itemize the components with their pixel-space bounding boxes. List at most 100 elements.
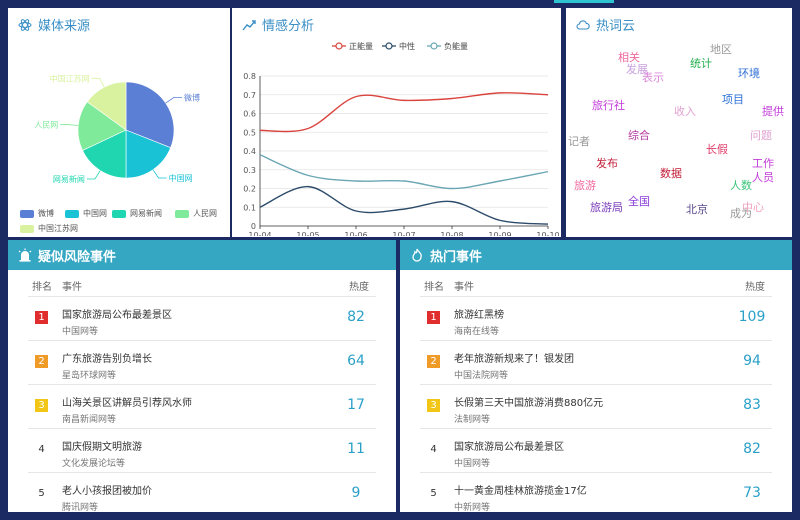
cloud-word[interactable]: 环境 [738,68,760,79]
rank-badge: 4 [38,444,45,455]
table-row[interactable]: 3 山海关景区讲解员引荐风水师 南昌新闻网等 17 [8,385,396,429]
word-cloud-panel: 热词云 地区 相关 发展 统计 表示 环境 项目 旅行社 收入 提供 综合 长假 发布 工作 人员 数据 人数旅… [566,8,792,237]
cloud-word[interactable]: 人数 [730,180,752,191]
col-heat: 热度 [745,282,765,293]
cloud-word[interactable]: 相关 [618,52,640,63]
atom-icon [18,18,32,31]
alarm-light-icon [18,248,32,262]
pie-slice-label: 人民网 [34,121,58,130]
risk-events-panel: 疑似风险事件 排名 事件 热度 1 国家旅游局公布最差景区 中国网等 82 2 广东旅游告… [8,240,396,513]
word-cloud: 地区 相关 发展 统计 表示 环境 项目 旅行社 收入 提供 综合 长假 发布 工作 人员 数据 人数 旅游 全国旅… [566,8,792,237]
flame-icon [412,248,422,262]
hot-events-panel: 热门事件 排名 事件 热度 1 旅游红黑榜 海南在线等 109 2 老年旅游新规来了！银发… [400,240,792,513]
event-source: 中国网等 [62,327,99,337]
event-source: 海南在线等 [454,327,500,337]
pie-label-line [165,96,182,104]
pie-slice-label: 微博 [184,92,200,102]
event-title[interactable]: 十一黄金周桂林旅游揽金17亿 [454,482,587,497]
legend-item[interactable]: 中国江苏网 [20,223,78,234]
heat-value: 11 [347,441,365,457]
y-tick-label: 0 [251,222,256,231]
cloud-word[interactable]: 发布 [596,158,618,169]
sentiment-line-chart: 0 0.1 0.2 0.3 0.4 0.5 0.6 0.7 0.8 10-04 10-05 10-06… [243,41,559,236]
cloud-word[interactable]: 北京 [686,204,708,215]
hot-column-headers: 排名 事件 热度 [400,278,792,294]
table-row[interactable]: 5 十一黄金周桂林旅游揽金17亿 中新网等 73 [400,473,792,517]
legend-item[interactable]: 中国网 [65,208,107,219]
series-line[interactable] [259,185,549,225]
legend-label[interactable]: 负能量 [444,41,468,51]
table-row[interactable]: 1 国家旅游局公布最差景区 中国网等 82 [8,297,396,341]
trend-chart-icon [242,19,256,30]
table-row[interactable]: 3 长假第三天中国旅游消费880亿元 法制网等 83 [400,385,792,429]
cloud-word[interactable]: 提供 [762,106,784,117]
cloud-word[interactable]: 中心 [742,202,764,213]
y-tick-label: 0.6 [243,110,256,119]
legend-label[interactable]: 中性 [399,41,415,51]
table-row[interactable]: 1 旅游红黑榜 海南在线等 109 [400,297,792,341]
cloud-word[interactable]: 旅行社 [592,100,625,111]
legend-marker [385,42,393,50]
x-tick-label: 10-07 [392,231,415,236]
event-source: 南昌新闻网等 [62,415,117,425]
cloud-word[interactable]: 旅游 [574,180,596,191]
event-source: 中国法院网等 [454,371,509,381]
event-title[interactable]: 长假第三天中国旅游消费880亿元 [454,394,603,409]
heat-value: 64 [347,353,365,369]
y-tick-label: 0.3 [243,166,256,175]
table-row[interactable]: 2 老年旅游新规来了！银发团 中国法院网等 94 [400,341,792,385]
pie-label-line [152,169,167,179]
heat-value: 82 [347,309,365,325]
event-title[interactable]: 国庆假期文明旅游 [62,438,142,453]
event-title[interactable]: 山海关景区讲解员引荐风水师 [62,394,192,409]
cloud-word[interactable]: 人员 [752,172,774,183]
table-row[interactable]: 4 国家旅游局公布最差景区 中国网等 82 [400,429,792,473]
event-title[interactable]: 国家旅游局公布最差景区 [62,306,172,321]
legend-label: 中国江苏网 [38,224,78,233]
table-row[interactable]: 2 广东旅游告别负增长 星岛环球网等 64 [8,341,396,385]
event-title[interactable]: 国家旅游局公布最差景区 [454,438,564,453]
col-rank: 排名 [424,282,444,293]
cloud-word[interactable]: 项目 [722,94,744,105]
legend-label: 网易新闻 [130,209,162,218]
heat-value: 9 [351,485,361,501]
risk-column-headers: 排名 事件 热度 [8,278,396,294]
cloud-word[interactable]: 工作 [752,158,774,169]
cloud-word[interactable]: 全国 [628,196,650,207]
event-title[interactable]: 旅游红黑榜 [454,306,504,321]
cloud-word[interactable]: 记者 [568,136,590,147]
pie-slice-label: 中国网 [169,173,193,183]
y-tick-label: 0.1 [243,203,256,212]
series-line[interactable] [259,154,549,190]
table-row[interactable]: 5 老人小孩报团被加价 腾讯网等 9 [8,473,396,517]
cloud-word[interactable]: 数据 [660,168,682,179]
heat-value: 82 [743,441,761,457]
cloud-word[interactable]: 长假 [706,144,728,155]
cloud-word[interactable]: 旅游局 [590,202,623,213]
event-title[interactable]: 广东旅游告别负增长 [62,350,152,365]
series-line[interactable] [259,92,549,133]
hot-events-title: 热门事件 [430,249,483,265]
media-source-header: 媒体来源 [18,15,90,34]
x-tick-label: 10-04 [248,231,271,236]
legend-item[interactable]: 微博 [20,208,54,219]
pie-label-line [60,124,79,126]
cloud-word[interactable]: 收入 [674,106,696,117]
cloud-word[interactable]: 表示 [642,72,664,83]
event-title[interactable]: 老人小孩报团被加价 [62,482,152,497]
pie-slice-label: 中国江苏网 [50,73,90,83]
event-source: 中国网等 [454,459,491,469]
heat-value: 17 [347,397,365,413]
cloud-word[interactable]: 综合 [628,130,650,141]
legend-swatch [112,209,126,218]
cloud-word[interactable]: 统计 [690,58,712,69]
legend-item[interactable]: 人民网 [175,208,217,219]
legend-item[interactable]: 网易新闻 [112,208,162,219]
event-title[interactable]: 老年旅游新规来了！银发团 [454,350,574,365]
legend-swatch [175,209,189,218]
cloud-word[interactable]: 地区 [710,44,732,55]
legend-marker [430,42,438,50]
cloud-word[interactable]: 问题 [750,130,772,141]
table-row[interactable]: 4 国庆假期文明旅游 文化发展论坛等 11 [8,429,396,473]
legend-label[interactable]: 正能量 [349,41,373,51]
